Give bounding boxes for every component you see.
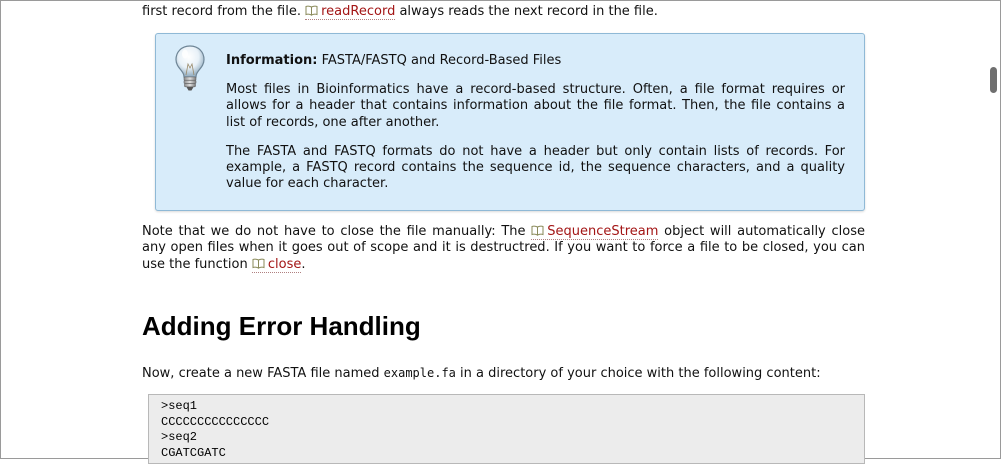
intro-text-after: always reads the next record in the file…: [399, 4, 658, 19]
information-paragraph-2: The FASTA and FASTQ formats do not have …: [226, 143, 845, 192]
close-note-paragraph: Note that we do not have to close the fi…: [142, 224, 865, 273]
scrollbar-thumb[interactable]: [990, 67, 997, 93]
information-paragraph-1: Most files in Bioinformatics have a reco…: [226, 82, 845, 130]
sequencestream-link[interactable]: SequenceStream: [531, 224, 659, 240]
information-title: Information: FASTA/FASTQ and Record-Base…: [226, 53, 845, 69]
intro-text-before: first record from the file.: [142, 4, 301, 19]
book-icon: [531, 225, 544, 236]
note-text-3: .: [301, 256, 306, 272]
readrecord-link-label: readRecord: [321, 4, 396, 19]
information-callout: Information: FASTA/FASTQ and Record-Base…: [155, 33, 865, 211]
instruction-line: Now, create a new FASTA file named examp…: [142, 365, 821, 382]
lightbulb-icon: [175, 45, 205, 91]
section-heading: Adding Error Handling: [142, 311, 421, 341]
information-body: Information: FASTA/FASTQ and Record-Base…: [226, 53, 845, 193]
information-title-text: FASTA/FASTQ and Record-Based Files: [321, 53, 562, 68]
note-text-1: Note that we do not have to close the fi…: [142, 224, 526, 239]
instruction-text-before: Now, create a new FASTA file named: [142, 366, 380, 381]
book-icon: [305, 5, 318, 16]
sequencestream-link-label: SequenceStream: [547, 224, 659, 239]
close-link-label: close: [267, 256, 302, 272]
information-label: Information:: [226, 53, 318, 68]
instruction-text-after: in a directory of your choice with the f…: [460, 366, 821, 381]
book-icon: [252, 258, 265, 269]
code-block: >seq1 CCCCCCCCCCCCCCC >seq2 CGATCGATC: [148, 394, 865, 464]
readrecord-link[interactable]: readRecord: [305, 4, 396, 20]
browser-viewport: first record from the file. readRecord a…: [0, 0, 1001, 464]
intro-line: first record from the file. readRecord a…: [142, 4, 658, 20]
filename-code: example.fa: [383, 366, 456, 380]
close-link[interactable]: close: [251, 256, 302, 273]
